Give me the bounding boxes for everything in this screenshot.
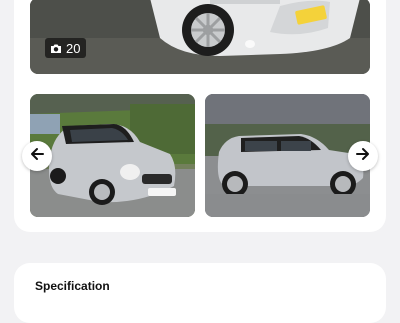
camera-icon [50, 43, 62, 54]
main-car-photo[interactable] [30, 0, 370, 74]
photo-count: 20 [66, 40, 81, 56]
arrow-left-icon [30, 147, 44, 166]
arrow-right-icon [356, 147, 370, 166]
photo-count-badge: 20 [45, 38, 87, 58]
specification-card: Specification [14, 263, 386, 323]
next-photo-button[interactable] [348, 141, 378, 171]
specification-heading: Specification [35, 279, 110, 293]
previous-photo-button[interactable] [22, 141, 52, 171]
car-thumbnail[interactable] [205, 94, 370, 217]
car-thumbnail[interactable] [30, 94, 195, 217]
